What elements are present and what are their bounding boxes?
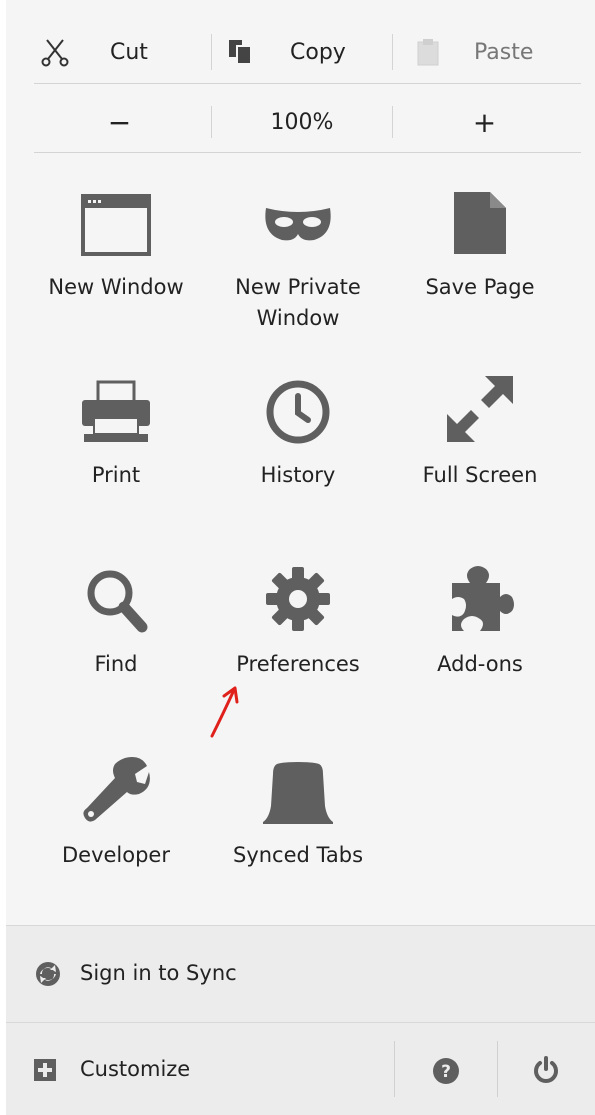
customize-label: Customize	[80, 1057, 191, 1081]
fullscreen-arrows-icon	[447, 376, 513, 442]
zoom-controls: − 100% +	[28, 96, 576, 148]
full-screen-label: Full Screen	[422, 463, 538, 487]
plus-box-icon	[34, 1059, 56, 1081]
puzzle-icon	[452, 566, 514, 631]
full-screen-button[interactable]: Full Screen	[389, 364, 571, 491]
power-icon	[534, 1056, 558, 1083]
synced-tabs-icon	[263, 762, 333, 824]
new-window-button[interactable]: New Window	[25, 176, 207, 303]
add-ons-button[interactable]: Add-ons	[389, 553, 571, 680]
footer-bar: Customize ?	[6, 1022, 595, 1115]
developer-label: Developer	[61, 843, 170, 867]
print-label: Print	[91, 463, 141, 487]
magnifier-icon	[87, 570, 148, 633]
annotation-arrow	[210, 686, 239, 738]
sign-in-sync-button[interactable]: Sign in to Sync	[6, 925, 595, 1022]
preferences-button[interactable]: Preferences	[207, 553, 389, 680]
zoom-in-button[interactable]: +	[393, 96, 576, 148]
find-button[interactable]: Find	[25, 553, 207, 680]
clipboard-icon	[417, 39, 439, 66]
printer-icon	[82, 380, 150, 442]
synced-tabs-button[interactable]: Synced Tabs	[207, 744, 389, 871]
scissors-icon	[41, 39, 69, 67]
copy-label: Copy	[290, 39, 346, 65]
sync-icon	[36, 962, 60, 986]
zoom-out-label: −	[107, 105, 132, 139]
zoom-in-label: +	[472, 105, 497, 139]
zoom-level: 100%	[270, 109, 334, 135]
quit-button[interactable]	[498, 1023, 595, 1115]
save-page-icon	[454, 192, 506, 254]
cut-button[interactable]: Cut	[40, 26, 190, 78]
menu-panel: Cut Copy Paste − 100% + New Window New P…	[6, 0, 595, 1115]
print-button[interactable]: Print	[25, 364, 207, 491]
save-page-button[interactable]: Save Page	[389, 176, 571, 303]
zoom-reset-button[interactable]: 100%	[212, 96, 392, 148]
cut-label: Cut	[110, 39, 148, 65]
copy-button[interactable]: Copy	[226, 26, 386, 78]
sign-in-sync-label: Sign in to Sync	[80, 961, 237, 985]
new-private-window-label: New Private Window	[235, 275, 361, 330]
edit-controls: Cut Copy Paste	[28, 26, 576, 78]
new-private-window-button[interactable]: New Private Window	[207, 176, 389, 334]
save-page-label: Save Page	[425, 275, 535, 299]
find-label: Find	[94, 652, 138, 676]
zoom-out-button[interactable]: −	[28, 96, 211, 148]
history-button[interactable]: History	[207, 364, 389, 491]
developer-button[interactable]: Developer	[25, 744, 207, 871]
clock-icon	[266, 380, 330, 444]
svg-text:?: ?	[441, 1062, 451, 1082]
gear-icon	[266, 567, 330, 631]
new-window-icon	[81, 194, 151, 256]
copy-icon	[229, 40, 252, 65]
new-window-label: New Window	[48, 275, 184, 299]
history-label: History	[260, 463, 336, 487]
paste-button[interactable]: Paste	[416, 26, 566, 78]
help-button[interactable]: ?	[395, 1023, 497, 1115]
paste-label: Paste	[474, 39, 534, 65]
help-icon: ?	[433, 1058, 459, 1084]
preferences-label: Preferences	[236, 652, 360, 676]
wrench-icon	[83, 757, 150, 822]
synced-tabs-label: Synced Tabs	[232, 843, 364, 867]
private-mask-icon	[265, 208, 331, 241]
customize-button[interactable]: Customize	[6, 1023, 394, 1115]
add-ons-label: Add-ons	[437, 652, 523, 676]
